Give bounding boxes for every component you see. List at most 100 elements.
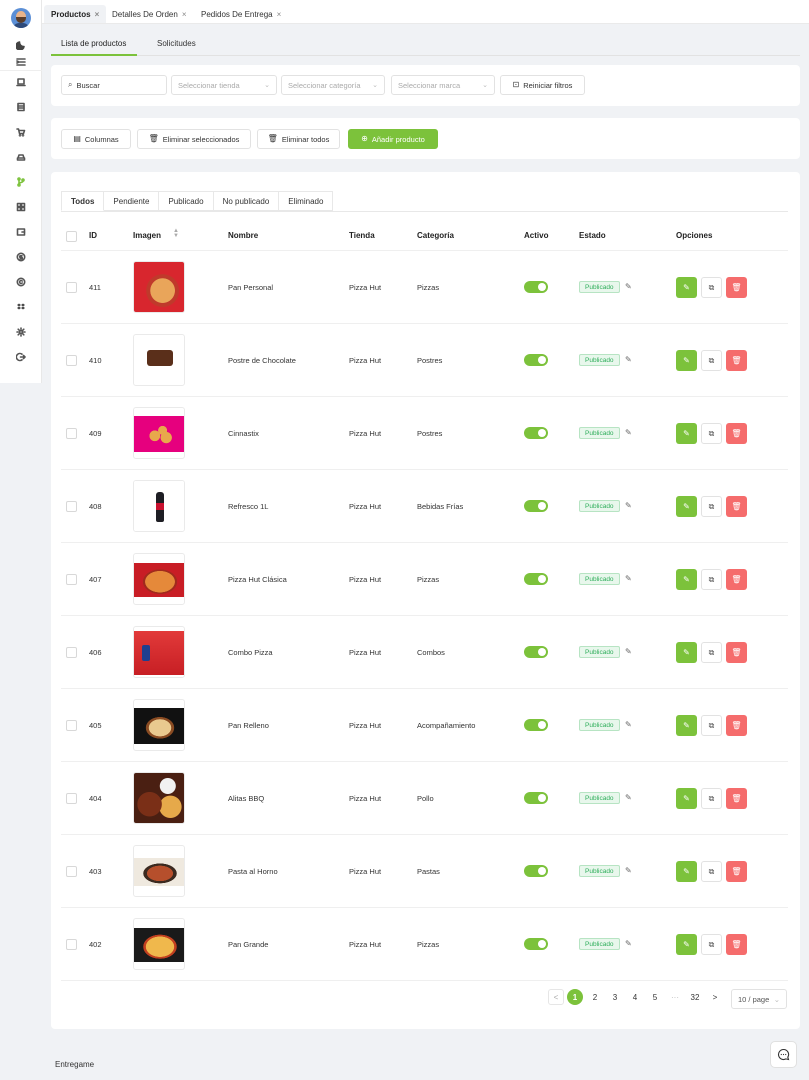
- store-select[interactable]: Seleccionar tienda ⌄: [171, 75, 277, 95]
- active-toggle[interactable]: [524, 281, 548, 293]
- coin-icon[interactable]: [13, 250, 29, 264]
- add-product-button[interactable]: ⊕ Añadir producto: [348, 129, 438, 149]
- delete-selected-button[interactable]: 🗑 Eliminar seleccionados: [137, 129, 251, 149]
- edit-status-icon[interactable]: ✎: [625, 866, 632, 875]
- edit-button[interactable]: ✎: [676, 934, 697, 955]
- status-tab-deleted[interactable]: Eliminado: [279, 191, 334, 211]
- edit-status-icon[interactable]: ✎: [625, 355, 632, 364]
- active-toggle[interactable]: [524, 938, 548, 950]
- active-toggle[interactable]: [524, 427, 548, 439]
- active-toggle[interactable]: [524, 646, 548, 658]
- edit-button[interactable]: ✎: [676, 642, 697, 663]
- delete-button[interactable]: 🗑: [726, 861, 747, 882]
- delete-button[interactable]: 🗑: [726, 934, 747, 955]
- user-avatar[interactable]: [11, 8, 31, 28]
- edit-button[interactable]: ✎: [676, 277, 697, 298]
- row-checkbox[interactable]: [66, 866, 77, 877]
- page-1-button[interactable]: 1: [567, 989, 583, 1005]
- status-tab-published[interactable]: Publicado: [159, 191, 214, 211]
- row-checkbox[interactable]: [66, 282, 77, 293]
- page-4-button[interactable]: 4: [627, 989, 643, 1005]
- cart-icon[interactable]: [13, 125, 29, 139]
- row-checkbox[interactable]: [66, 720, 77, 731]
- row-checkbox[interactable]: [66, 428, 77, 439]
- row-checkbox[interactable]: [66, 793, 77, 804]
- close-icon[interactable]: ×: [182, 10, 187, 19]
- menu-collapse-icon[interactable]: [13, 55, 29, 69]
- delete-button[interactable]: 🗑: [726, 277, 747, 298]
- delete-button[interactable]: 🗑: [726, 496, 747, 517]
- tab-pedidos-de-entrega[interactable]: Pedidos De Entrega ×: [194, 5, 288, 23]
- active-toggle[interactable]: [524, 573, 548, 585]
- edit-button[interactable]: ✎: [676, 861, 697, 882]
- delete-button[interactable]: 🗑: [726, 788, 747, 809]
- next-page-button[interactable]: >: [707, 989, 723, 1005]
- edit-status-icon[interactable]: ✎: [625, 428, 632, 437]
- page-size-select[interactable]: 10 / page ⌄: [731, 989, 787, 1009]
- edit-status-icon[interactable]: ✎: [625, 647, 632, 656]
- delete-button[interactable]: 🗑: [726, 642, 747, 663]
- delete-button[interactable]: 🗑: [726, 715, 747, 736]
- edit-button[interactable]: ✎: [676, 569, 697, 590]
- sort-icon[interactable]: ▲ ▼: [173, 228, 179, 239]
- edit-status-icon[interactable]: ✎: [625, 574, 632, 583]
- active-toggle[interactable]: [524, 354, 548, 366]
- laptop-icon[interactable]: [13, 75, 29, 89]
- row-checkbox[interactable]: [66, 939, 77, 950]
- duplicate-button[interactable]: ⧉: [701, 496, 722, 517]
- active-toggle[interactable]: [524, 792, 548, 804]
- subtab-product-list[interactable]: Lista de productos: [61, 39, 126, 48]
- edit-status-icon[interactable]: ✎: [625, 282, 632, 291]
- edit-button[interactable]: ✎: [676, 788, 697, 809]
- active-toggle[interactable]: [524, 719, 548, 731]
- subtab-requests[interactable]: Solicitudes: [157, 39, 196, 48]
- close-icon[interactable]: ×: [277, 10, 282, 19]
- apps-icon[interactable]: [13, 200, 29, 214]
- row-checkbox[interactable]: [66, 574, 77, 585]
- logout-icon[interactable]: [13, 350, 29, 364]
- active-toggle[interactable]: [524, 865, 548, 877]
- duplicate-button[interactable]: ⧉: [701, 715, 722, 736]
- page-3-button[interactable]: 3: [607, 989, 623, 1005]
- dropbox-icon[interactable]: [13, 300, 29, 314]
- duplicate-button[interactable]: ⧉: [701, 861, 722, 882]
- delete-button[interactable]: 🗑: [726, 350, 747, 371]
- edit-status-icon[interactable]: ✎: [625, 720, 632, 729]
- chat-button[interactable]: [770, 1041, 797, 1068]
- edit-status-icon[interactable]: ✎: [625, 793, 632, 802]
- edit-button[interactable]: ✎: [676, 496, 697, 517]
- moon-icon[interactable]: [13, 38, 29, 52]
- prev-page-button[interactable]: <: [548, 989, 564, 1005]
- header-id[interactable]: ID: [89, 231, 97, 240]
- edit-button[interactable]: ✎: [676, 423, 697, 444]
- duplicate-button[interactable]: ⧉: [701, 788, 722, 809]
- duplicate-button[interactable]: ⧉: [701, 423, 722, 444]
- search-input[interactable]: ⌕ Buscar: [61, 75, 167, 95]
- row-checkbox[interactable]: [66, 647, 77, 658]
- edit-status-icon[interactable]: ✎: [625, 501, 632, 510]
- close-icon[interactable]: ×: [95, 10, 100, 19]
- tab-productos[interactable]: Productos ×: [44, 5, 107, 23]
- columns-button[interactable]: ▤ Columnas: [61, 129, 131, 149]
- delete-button[interactable]: 🗑: [726, 569, 747, 590]
- reset-filters-button[interactable]: ⊡ Reiniciar filtros: [500, 75, 585, 95]
- page-last-button[interactable]: 32: [687, 989, 703, 1005]
- delete-button[interactable]: 🗑: [726, 423, 747, 444]
- delete-all-button[interactable]: 🗑 Eliminar todos: [257, 129, 340, 149]
- status-tab-all[interactable]: Todos: [61, 191, 105, 211]
- copyright-icon[interactable]: [13, 275, 29, 289]
- page-5-button[interactable]: 5: [647, 989, 663, 1005]
- status-tab-unpublished[interactable]: No publicado: [213, 191, 280, 211]
- duplicate-button[interactable]: ⧉: [701, 934, 722, 955]
- category-select[interactable]: Seleccionar categoría ⌄: [281, 75, 385, 95]
- edit-button[interactable]: ✎: [676, 715, 697, 736]
- tab-detalles-de-orden[interactable]: Detalles De Orden ×: [105, 5, 193, 23]
- duplicate-button[interactable]: ⧉: [701, 277, 722, 298]
- duplicate-button[interactable]: ⧉: [701, 350, 722, 371]
- calculator-icon[interactable]: [13, 100, 29, 114]
- settings-icon[interactable]: [13, 325, 29, 339]
- select-all-checkbox[interactable]: [66, 231, 77, 242]
- branch-icon[interactable]: [13, 175, 29, 189]
- row-checkbox[interactable]: [66, 501, 77, 512]
- active-toggle[interactable]: [524, 500, 548, 512]
